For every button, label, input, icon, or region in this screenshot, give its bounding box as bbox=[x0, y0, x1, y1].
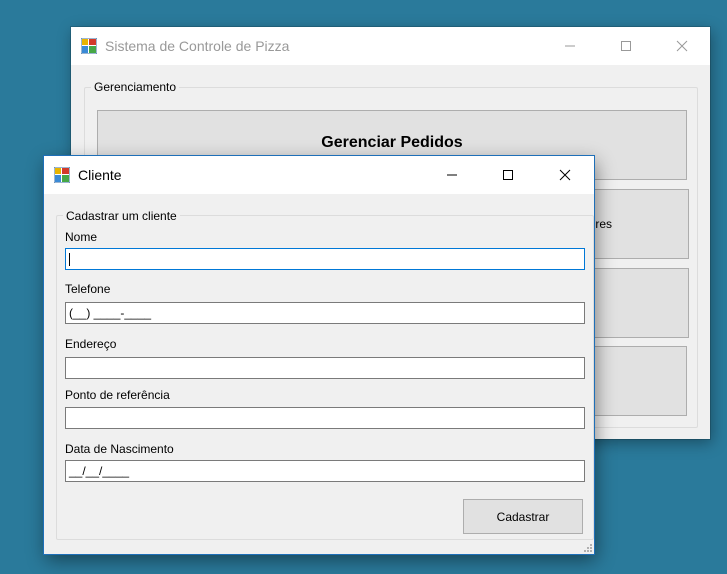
dialog-close-button[interactable] bbox=[536, 156, 594, 194]
resize-grip-icon[interactable] bbox=[582, 542, 592, 552]
birth-date-field[interactable]: __/__/____ bbox=[65, 460, 585, 482]
main-close-button[interactable] bbox=[653, 27, 711, 65]
reference-point-label: Ponto de referência bbox=[65, 388, 170, 402]
close-icon bbox=[676, 40, 688, 52]
minimize-icon bbox=[565, 45, 575, 47]
client-dialog-title: Cliente bbox=[78, 167, 122, 183]
register-client-group-label: Cadastrar um cliente bbox=[63, 209, 180, 223]
name-field[interactable] bbox=[65, 248, 585, 270]
register-button[interactable]: Cadastrar bbox=[463, 499, 583, 534]
client-dialog: Cliente Cadastrar um cliente Nome Telefo… bbox=[44, 156, 594, 554]
phone-label: Telefone bbox=[65, 282, 111, 296]
main-window-titlebar[interactable]: Sistema de Controle de Pizza bbox=[71, 27, 710, 65]
phone-field[interactable]: (__) ____-____ bbox=[65, 302, 585, 324]
main-maximize-button[interactable] bbox=[597, 27, 655, 65]
reference-point-field[interactable] bbox=[65, 407, 585, 429]
register-button-label: Cadastrar bbox=[496, 509, 550, 524]
manage-orders-label: Gerenciar Pedidos bbox=[321, 134, 463, 151]
app-form-icon bbox=[54, 167, 70, 183]
dialog-minimize-button[interactable] bbox=[423, 156, 481, 194]
address-label: Endereço bbox=[65, 337, 117, 351]
management-group-label: Gerenciamento bbox=[91, 80, 180, 94]
address-field[interactable] bbox=[65, 357, 585, 379]
text-cursor bbox=[69, 253, 70, 266]
name-label: Nome bbox=[65, 230, 98, 244]
maximize-icon bbox=[503, 170, 513, 180]
close-icon bbox=[559, 169, 571, 181]
app-form-icon bbox=[81, 38, 97, 54]
manage-button-2-label: res bbox=[595, 217, 612, 231]
client-dialog-titlebar[interactable]: Cliente bbox=[44, 156, 594, 194]
dialog-maximize-button[interactable] bbox=[479, 156, 537, 194]
maximize-icon bbox=[621, 41, 631, 51]
main-window-title: Sistema de Controle de Pizza bbox=[105, 38, 290, 54]
main-minimize-button[interactable] bbox=[541, 27, 599, 65]
birth-date-label: Data de Nascimento bbox=[65, 442, 174, 456]
minimize-icon bbox=[447, 174, 457, 176]
